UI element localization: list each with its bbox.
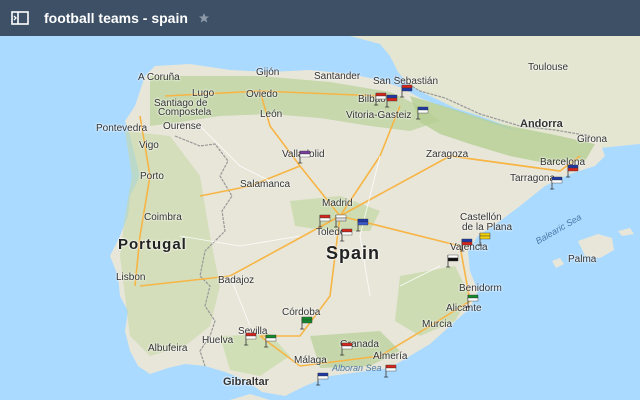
flag-icon bbox=[416, 106, 429, 120]
city-label-leon: León bbox=[260, 109, 283, 120]
city-label-benidorm: Benidorm bbox=[459, 283, 502, 294]
titlebar: football teams - spain bbox=[0, 0, 640, 36]
city-label-palma: Palma bbox=[568, 254, 597, 265]
city-label-pontevedra: Pontevedra bbox=[96, 123, 148, 134]
flag-icon bbox=[566, 164, 579, 178]
country-label-spain: Spain bbox=[326, 243, 381, 263]
flag-icon bbox=[244, 332, 257, 346]
flag-icon bbox=[384, 364, 397, 378]
city-label-lisbon: Lisbon bbox=[116, 272, 146, 283]
city-label-malaga: Málaga bbox=[294, 355, 327, 366]
city-label-murcia: Murcia bbox=[422, 319, 453, 330]
city-label-ourense: Ourense bbox=[163, 121, 202, 132]
flag-icon bbox=[385, 94, 398, 108]
marker-eibar[interactable] bbox=[385, 94, 398, 108]
flag-icon bbox=[550, 176, 563, 190]
marker-valencia[interactable] bbox=[446, 254, 459, 268]
marker-cordoba[interactable] bbox=[300, 316, 313, 330]
marker-elche[interactable] bbox=[466, 294, 479, 308]
city-label-gijon: Gijón bbox=[256, 67, 280, 78]
marker-malaga[interactable] bbox=[316, 372, 329, 386]
flag-icon bbox=[300, 316, 313, 330]
flag-icon bbox=[400, 84, 413, 98]
marker-espanyol[interactable] bbox=[550, 176, 563, 190]
marker-valladolid[interactable] bbox=[298, 150, 311, 164]
city-label-tarragona: Tarragona bbox=[510, 173, 556, 184]
star-icon[interactable] bbox=[198, 12, 210, 24]
flag-icon bbox=[478, 232, 491, 246]
flag-icon bbox=[460, 238, 473, 252]
flag-icon bbox=[318, 214, 331, 228]
marker-granada[interactable] bbox=[340, 342, 353, 356]
city-label-badajoz: Badajoz bbox=[218, 275, 255, 286]
city-label-girona: Girona bbox=[577, 134, 608, 145]
marker-rayo[interactable] bbox=[340, 228, 353, 242]
city-label-coimbra: Coimbra bbox=[144, 212, 182, 223]
sea-label-alboran: Alboran Sea bbox=[332, 363, 382, 373]
flag-icon bbox=[334, 214, 347, 228]
flag-icon bbox=[340, 228, 353, 242]
marker-alaves[interactable] bbox=[416, 106, 429, 120]
city-label-santiago2: Compostela bbox=[158, 107, 212, 118]
flag-icon bbox=[446, 254, 459, 268]
city-label-albufeira: Albufeira bbox=[148, 343, 188, 354]
city-label-toulouse: Toulouse bbox=[528, 62, 569, 73]
flag-icon bbox=[316, 372, 329, 386]
flag-icon bbox=[298, 150, 311, 164]
marker-almeria[interactable] bbox=[384, 364, 397, 378]
city-label-santander: Santander bbox=[314, 71, 361, 82]
collapse-panel-button[interactable] bbox=[0, 0, 40, 36]
map-title: football teams - spain bbox=[44, 10, 188, 26]
city-label-salamanca: Salamanca bbox=[240, 179, 291, 190]
map-canvas[interactable]: A Coruña Gijón Oviedo Santander San Seba… bbox=[0, 36, 640, 400]
city-label-zaragoza: Zaragoza bbox=[426, 149, 469, 160]
city-label-madrid: Madrid bbox=[322, 198, 353, 209]
city-label-vitoria: Vitoria-Gasteiz bbox=[346, 110, 412, 121]
city-label-vigo: Vigo bbox=[139, 140, 159, 151]
city-label-oviedo: Oviedo bbox=[246, 89, 278, 100]
city-label-porto: Porto bbox=[140, 171, 164, 182]
marker-villarreal[interactable] bbox=[478, 232, 491, 246]
marker-getafe[interactable] bbox=[356, 218, 369, 232]
city-label-gibraltar: Gibraltar bbox=[223, 376, 269, 388]
marker-real-madrid[interactable] bbox=[334, 214, 347, 228]
city-label-acoruna: A Coruña bbox=[138, 72, 180, 83]
marker-sevilla[interactable] bbox=[244, 332, 257, 346]
flag-icon bbox=[356, 218, 369, 232]
marker-levante[interactable] bbox=[460, 238, 473, 252]
country-label-andorra: Andorra bbox=[520, 118, 563, 130]
city-label-huelva: Huelva bbox=[202, 335, 234, 346]
marker-real-sociedad[interactable] bbox=[400, 84, 413, 98]
flag-icon bbox=[466, 294, 479, 308]
marker-betis[interactable] bbox=[264, 334, 277, 348]
city-label-almeria: Almería bbox=[373, 351, 408, 362]
city-label-lugo: Lugo bbox=[192, 88, 215, 99]
flag-icon bbox=[264, 334, 277, 348]
marker-atletico[interactable] bbox=[318, 214, 331, 228]
country-label-portugal: Portugal bbox=[118, 236, 187, 253]
marker-barcelona[interactable] bbox=[566, 164, 579, 178]
panel-toggle-icon bbox=[11, 11, 29, 25]
flag-icon bbox=[340, 342, 353, 356]
